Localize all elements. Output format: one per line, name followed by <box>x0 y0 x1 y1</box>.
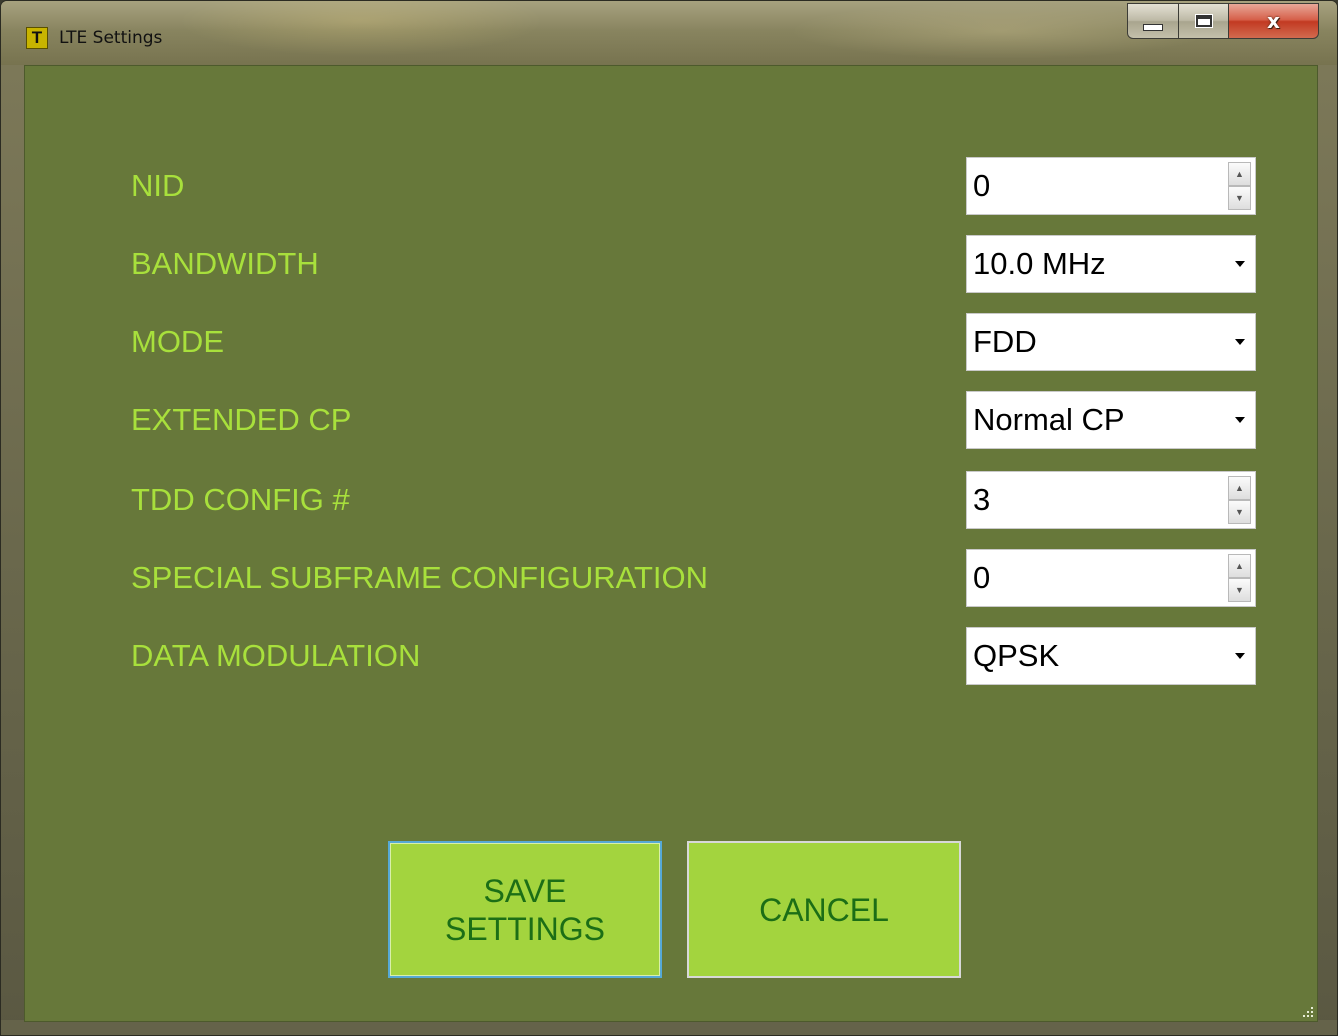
chevron-down-icon[interactable] <box>1235 339 1245 345</box>
data-modulation-dropdown[interactable]: QPSK <box>966 627 1256 685</box>
spin-up-icon[interactable]: ▲ <box>1228 554 1251 578</box>
mode-row: MODE FDD <box>25 313 1317 371</box>
mode-value: FDD <box>973 324 1037 359</box>
spin-up-icon[interactable]: ▲ <box>1228 162 1251 186</box>
special-subframe-row: SPECIAL SUBFRAME CONFIGURATION 0 ▲ ▼ <box>25 549 1317 607</box>
special-subframe-value[interactable]: 0 <box>973 561 990 595</box>
window-title: LTE Settings <box>59 28 163 48</box>
special-subframe-label: SPECIAL SUBFRAME CONFIGURATION <box>131 560 709 595</box>
mode-label: MODE <box>131 324 224 359</box>
tdd-config-label: TDD CONFIG # <box>131 482 350 517</box>
extended-cp-dropdown[interactable]: Normal CP <box>966 391 1256 449</box>
extended-cp-value: Normal CP <box>973 402 1125 437</box>
resize-grip-icon[interactable] <box>1301 1005 1313 1017</box>
extended-cp-label: EXTENDED CP <box>131 402 352 437</box>
tdd-config-spinner[interactable]: 3 ▲ ▼ <box>966 471 1256 529</box>
lte-settings-window: T LTE Settings x NID 0 ▲ ▼ BANDWIDTH 10.… <box>0 0 1338 1036</box>
tdd-config-spin-buttons: ▲ ▼ <box>1228 476 1251 524</box>
nid-row: NID 0 ▲ ▼ <box>25 157 1317 215</box>
chevron-down-icon[interactable] <box>1235 261 1245 267</box>
chevron-down-icon[interactable] <box>1235 417 1245 423</box>
bandwidth-value: 10.0 MHz <box>973 246 1106 281</box>
bandwidth-dropdown[interactable]: 10.0 MHz <box>966 235 1256 293</box>
extended-cp-row: EXTENDED CP Normal CP <box>25 391 1317 449</box>
data-modulation-value: QPSK <box>973 638 1060 673</box>
chevron-down-icon[interactable] <box>1235 653 1245 659</box>
tdd-config-row: TDD CONFIG # 3 ▲ ▼ <box>25 471 1317 529</box>
mode-dropdown[interactable]: FDD <box>966 313 1256 371</box>
data-modulation-label: DATA MODULATION <box>131 638 421 673</box>
tdd-config-value[interactable]: 3 <box>973 483 990 517</box>
bandwidth-label: BANDWIDTH <box>131 246 319 281</box>
close-icon: x <box>1267 9 1280 33</box>
cancel-button[interactable]: CANCEL <box>687 841 961 978</box>
nid-spinner[interactable]: 0 ▲ ▼ <box>966 157 1256 215</box>
minimize-icon <box>1143 23 1163 31</box>
caption-buttons: x <box>1127 3 1319 41</box>
spin-up-icon[interactable]: ▲ <box>1228 476 1251 500</box>
save-settings-button[interactable]: SAVE SETTINGS <box>388 841 662 978</box>
nid-spin-buttons: ▲ ▼ <box>1228 162 1251 210</box>
settings-panel: NID 0 ▲ ▼ BANDWIDTH 10.0 MHz MODE FDD EX… <box>24 65 1318 1022</box>
window-frame-left <box>1 65 24 1035</box>
app-t-icon: T <box>26 27 48 49</box>
spin-down-icon[interactable]: ▼ <box>1228 186 1251 210</box>
spin-down-icon[interactable]: ▼ <box>1228 578 1251 602</box>
spin-down-icon[interactable]: ▼ <box>1228 500 1251 524</box>
nid-value[interactable]: 0 <box>973 169 990 203</box>
data-modulation-row: DATA MODULATION QPSK <box>25 627 1317 685</box>
bandwidth-row: BANDWIDTH 10.0 MHz <box>25 235 1317 293</box>
minimize-button[interactable] <box>1127 3 1179 39</box>
maximize-button[interactable] <box>1179 3 1229 39</box>
title-bar[interactable]: T LTE Settings x <box>1 1 1337 65</box>
nid-label: NID <box>131 168 185 203</box>
window-frame-bottom <box>1 1020 1337 1035</box>
maximize-icon <box>1194 14 1213 28</box>
special-subframe-spin-buttons: ▲ ▼ <box>1228 554 1251 602</box>
close-button[interactable]: x <box>1229 3 1319 39</box>
special-subframe-spinner[interactable]: 0 ▲ ▼ <box>966 549 1256 607</box>
